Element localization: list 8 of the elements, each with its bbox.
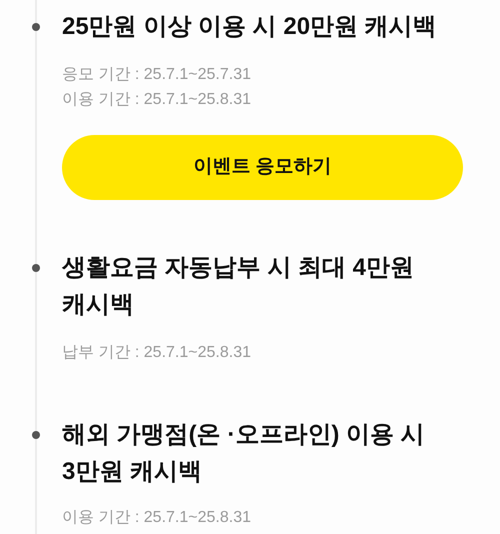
apply-button[interactable]: 이벤트 응모하기 — [62, 135, 463, 200]
event-title: 25만원 이상 이용 시 20만원 캐시백 — [62, 12, 438, 42]
event-period: 이용 기간 : 25.7.1~25.8.31 — [62, 90, 252, 110]
event-period: 응모 기간 : 25.7.1~25.7.31 — [62, 65, 252, 85]
event-period: 납부 기간 : 25.7.1~25.8.31 — [62, 343, 252, 363]
event-title: 생활요금 자동납부 시 최대 4만원 캐시백 — [62, 253, 416, 320]
event-title: 해외 가맹점(온 ·오프라인) 이용 시 3만원 캐시백 — [62, 420, 426, 487]
event-period: 이용 기간 : 25.7.1~25.8.31 — [62, 508, 252, 528]
